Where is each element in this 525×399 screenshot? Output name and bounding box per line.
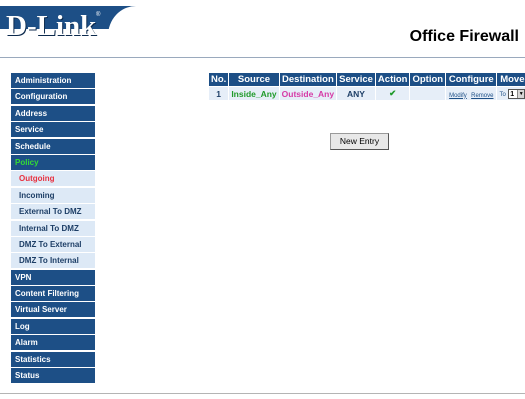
header-destination: Destination xyxy=(279,73,337,86)
sidebar-item-administration[interactable]: Administration xyxy=(11,73,95,88)
subnav-item-dmz-to-external[interactable]: DMZ To External xyxy=(11,236,95,252)
sidebar-item-configuration[interactable]: Configuration xyxy=(11,89,95,105)
move-select-value: 1 xyxy=(510,90,515,98)
subnav-item-outgoing[interactable]: Outgoing xyxy=(11,171,95,187)
subnav-item-internal-to-dmz[interactable]: Internal To DMZ xyxy=(11,220,95,236)
header-divider xyxy=(0,57,525,58)
sidebar-nav: Administration Configuration Address Ser… xyxy=(11,73,95,384)
registered-mark: ® xyxy=(96,12,101,18)
header-move: Move xyxy=(497,73,525,86)
sidebar-item-service[interactable]: Service xyxy=(11,122,95,138)
row-configure: Modify Remove xyxy=(446,87,497,100)
sidebar-item-vpn[interactable]: VPN xyxy=(11,269,95,285)
sidebar-item-schedule[interactable]: Schedule xyxy=(11,138,95,154)
row-number: 1 xyxy=(209,87,229,100)
sidebar-item-policy[interactable]: Policy xyxy=(11,154,95,170)
header: D-Link ® Office Firewall xyxy=(0,0,525,58)
sidebar-item-content-filtering[interactable]: Content Filtering xyxy=(11,286,95,302)
header-option: Option xyxy=(410,73,446,86)
header-action: Action xyxy=(375,73,410,86)
footer-divider xyxy=(0,393,525,394)
header-service: Service xyxy=(337,73,375,86)
row-service: ANY xyxy=(337,87,375,100)
table-row: 1 Inside_Any Outside_Any ANY ✔ Modify Re… xyxy=(209,87,525,100)
move-position-select[interactable]: 1 ▼ xyxy=(508,88,525,99)
row-option xyxy=(410,87,446,100)
row-move: To 1 ▼ xyxy=(497,87,525,100)
modify-link[interactable]: Modify xyxy=(449,93,467,99)
remove-link[interactable]: Remove xyxy=(471,93,493,99)
checkmark-icon: ✔ xyxy=(389,88,397,98)
header-configure: Configure xyxy=(446,73,497,86)
sidebar-item-statistics[interactable]: Statistics xyxy=(11,351,95,367)
product-title: Office Firewall xyxy=(409,28,519,45)
subnav-item-incoming[interactable]: Incoming xyxy=(11,187,95,203)
dlink-logo: D-Link xyxy=(6,10,97,42)
policy-table: No. Source Destination Service Action Op… xyxy=(208,72,525,101)
table-header-row: No. Source Destination Service Action Op… xyxy=(209,73,525,86)
header-source: Source xyxy=(229,73,279,86)
new-entry-button[interactable]: New Entry xyxy=(330,133,389,150)
subnav-item-external-to-dmz[interactable]: External To DMZ xyxy=(11,204,95,220)
sidebar-item-log[interactable]: Log xyxy=(11,318,95,334)
row-action: ✔ xyxy=(375,87,410,100)
sidebar-item-status[interactable]: Status xyxy=(11,368,95,384)
subnav-item-dmz-to-internal[interactable]: DMZ To Internal xyxy=(11,253,95,269)
sidebar-item-virtual-server[interactable]: Virtual Server xyxy=(11,302,95,318)
sidebar-item-address[interactable]: Address xyxy=(11,105,95,121)
sidebar-item-alarm[interactable]: Alarm xyxy=(11,335,95,351)
row-destination: Outside_Any xyxy=(279,87,337,100)
row-source: Inside_Any xyxy=(229,87,279,100)
move-to-label: To xyxy=(499,92,506,99)
header-no: No. xyxy=(209,73,229,86)
dropdown-arrow-icon: ▼ xyxy=(517,89,525,98)
